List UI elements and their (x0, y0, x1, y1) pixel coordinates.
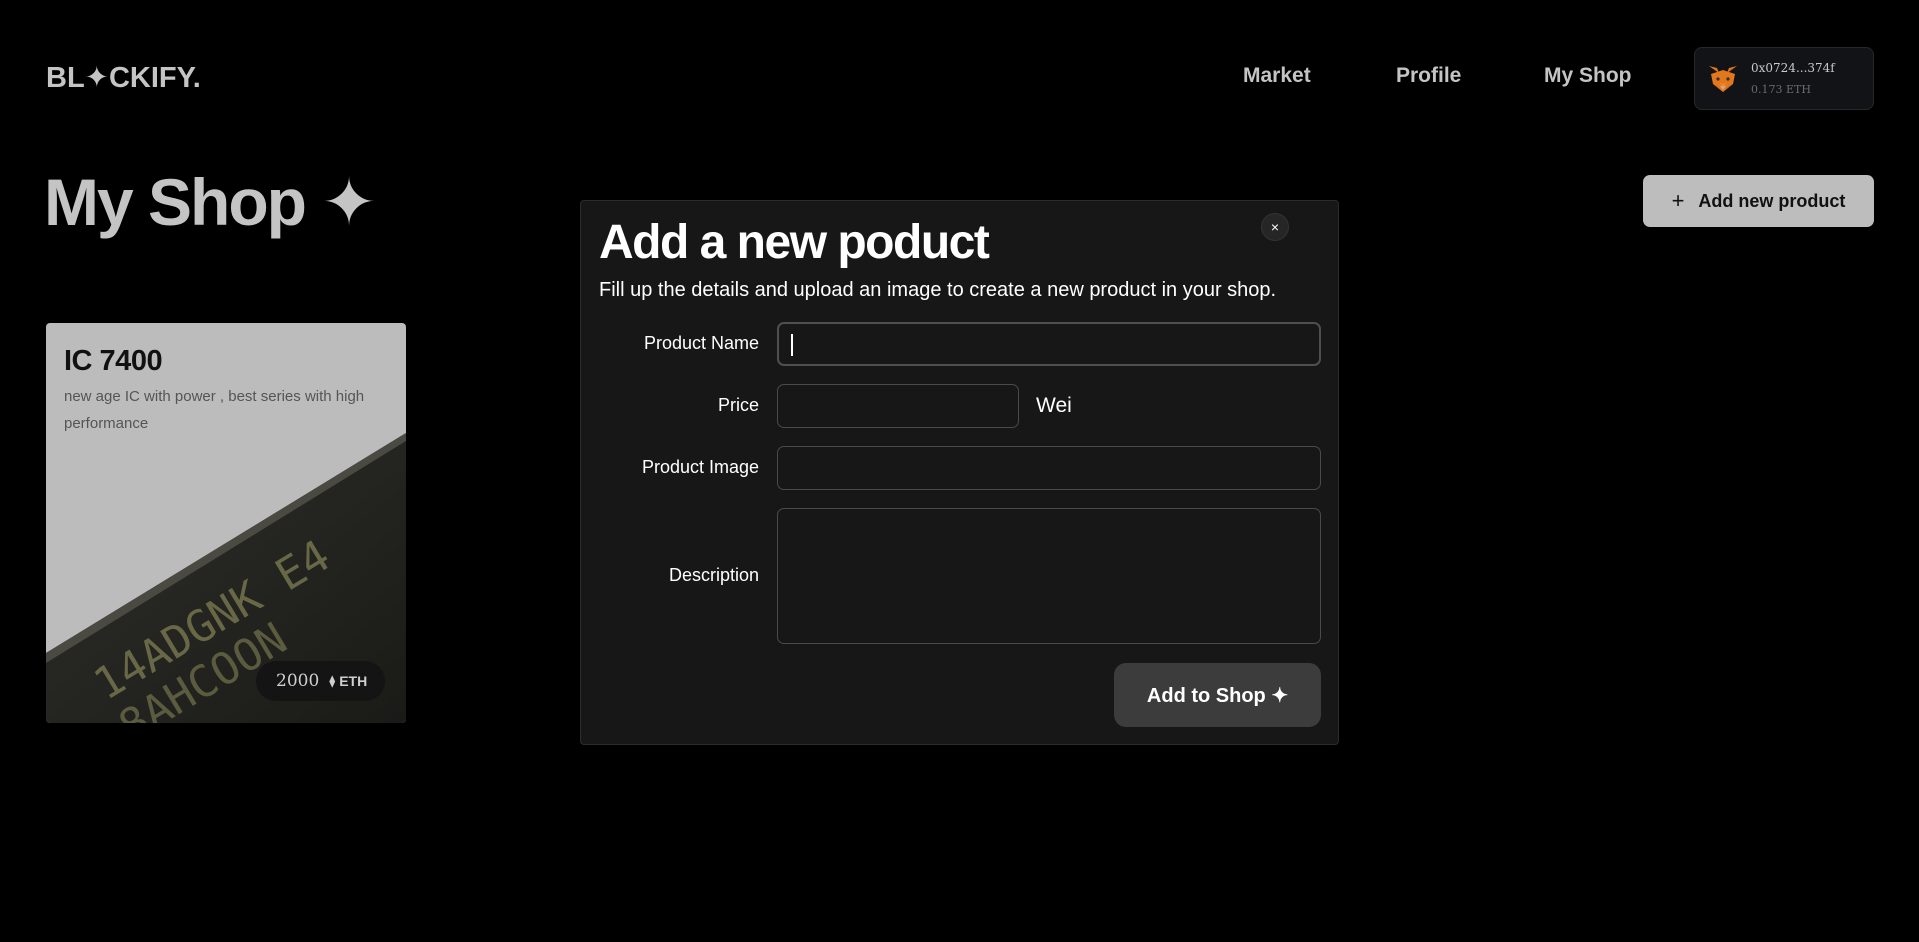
nav-link-profile[interactable]: Profile (1396, 64, 1461, 88)
nav-link-market[interactable]: Market (1243, 64, 1311, 88)
description-label: Description (668, 565, 759, 585)
add-product-modal: × Add a new poduct Fill up the details a… (580, 200, 1339, 745)
wallet-address: 0x0724...374f (1751, 61, 1835, 75)
product-name-input[interactable] (777, 322, 1321, 366)
price-unit-wei: Wei (1036, 394, 1072, 417)
ethereum-icon: ⧫ (329, 674, 336, 688)
plus-icon: + (1671, 188, 1685, 213)
add-new-product-label: Add new product (1698, 190, 1846, 211)
add-to-shop-button[interactable]: Add to Shop ✦ (1114, 663, 1321, 727)
add-new-product-button[interactable]: + Add new product (1643, 175, 1874, 227)
product-image-input[interactable] (777, 446, 1321, 490)
metamask-fox-icon (1709, 66, 1737, 92)
product-description: new age IC with power , best series with… (64, 388, 365, 432)
product-name: IC 7400 (64, 345, 163, 377)
close-icon[interactable]: × (1261, 213, 1289, 241)
wallet-balance: 0.173 ETH (1751, 83, 1811, 96)
page-title: My Shop ✦ (44, 165, 377, 239)
product-price: 2000 (276, 671, 320, 691)
wallet-button[interactable]: 0x0724...374f 0.173 ETH (1694, 47, 1874, 110)
description-textarea[interactable] (777, 508, 1321, 644)
product-name-label: Product Name (643, 333, 759, 353)
product-price-badge: 2000 ⧫ ETH (256, 661, 386, 701)
product-card[interactable]: 14ADGNK E4 8AHCOON IC 7400 new age IC wi… (46, 323, 406, 723)
modal-subtitle: Fill up the details and upload an image … (599, 279, 1277, 301)
product-image-label: Product Image (641, 457, 759, 477)
text-caret (791, 334, 793, 356)
price-label: Price (717, 395, 759, 415)
modal-title: Add a new poduct (599, 216, 990, 269)
nav-link-my-shop[interactable]: My Shop (1544, 64, 1632, 88)
price-input[interactable] (777, 384, 1019, 428)
price-unit: ⧫ ETH (329, 673, 367, 689)
price-unit-label: ETH (339, 673, 368, 689)
brand-logo[interactable]: BL✦CKIFY. (46, 60, 201, 95)
page: BL✦CKIFY. Market Profile My Shop 0x0724.… (0, 0, 1919, 942)
